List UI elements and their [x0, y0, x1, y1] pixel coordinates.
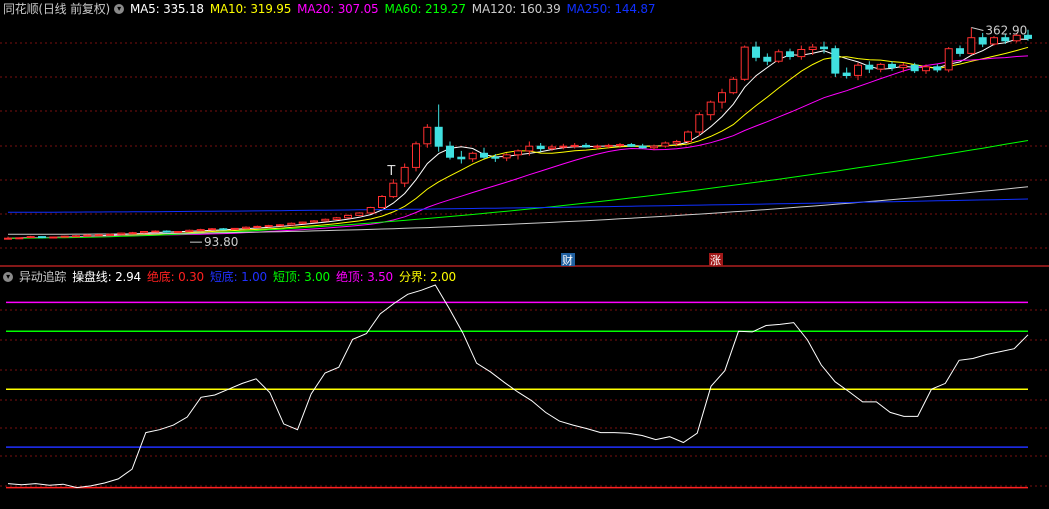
candle: [321, 218, 330, 222]
candle: [174, 231, 182, 233]
candle: [230, 227, 239, 230]
candle: [695, 112, 704, 136]
svg-text:涨: 涨: [710, 254, 721, 267]
candle: [434, 104, 443, 152]
candle: [854, 62, 862, 81]
candle: [355, 212, 364, 217]
candle: [718, 88, 726, 109]
candle: [162, 230, 171, 233]
candle: [752, 41, 760, 62]
candle: [491, 154, 500, 162]
candle: [298, 221, 307, 225]
candle: [706, 100, 715, 121]
candle: [389, 179, 398, 199]
candle: [480, 147, 488, 159]
candle: [26, 235, 35, 239]
candle: [242, 226, 250, 229]
limit-up-event-badge[interactable]: 涨: [709, 253, 723, 267]
candle: [72, 235, 80, 238]
candle: [196, 228, 205, 232]
candle: [446, 141, 454, 160]
candle: [38, 236, 46, 239]
candle: [729, 76, 738, 95]
candle: [128, 231, 137, 235]
candle: [117, 232, 126, 235]
candle: [933, 64, 942, 73]
candle: [638, 143, 647, 149]
candle: [967, 27, 976, 55]
candle: [60, 235, 69, 238]
operator-line: [7, 284, 1029, 489]
svg-text:财: 财: [562, 253, 573, 267]
candle: [774, 49, 783, 63]
candle: [457, 150, 466, 164]
candle: [468, 151, 477, 162]
candle: [536, 143, 545, 152]
candle: [627, 143, 636, 147]
candle: [514, 149, 522, 160]
low-price-label: 93.80: [204, 235, 238, 249]
candle: [253, 225, 262, 228]
chart-canvas[interactable]: 362.90 93.80 T 财 涨: [0, 0, 1049, 509]
candle: [423, 124, 432, 148]
candle: [786, 48, 794, 60]
ma10-line: [7, 46, 1029, 239]
high-price-label: 362.90: [985, 24, 1027, 38]
candle: [287, 222, 296, 226]
candle: [831, 45, 840, 77]
finance-event-badge[interactable]: 财: [561, 253, 575, 267]
candle: [763, 53, 772, 66]
candle: [412, 141, 420, 172]
candle: [151, 230, 160, 233]
candle: [570, 143, 579, 149]
candle: [740, 45, 749, 81]
candle: [797, 45, 806, 60]
candle: [332, 216, 341, 221]
candle: [185, 229, 194, 233]
candle: [944, 47, 953, 73]
candle: [502, 153, 511, 162]
candle: [661, 141, 670, 148]
candle: [49, 236, 58, 239]
candle: [582, 143, 590, 148]
candle: [400, 163, 409, 188]
candle: [865, 61, 874, 74]
candle: [219, 227, 228, 231]
candle: [366, 206, 375, 214]
t-marker: T: [386, 164, 395, 179]
candle: [310, 220, 318, 223]
candle: [208, 227, 216, 231]
candle: [140, 231, 148, 234]
candle: [94, 234, 103, 237]
ma20-line: [7, 55, 1029, 239]
candle: [684, 130, 692, 144]
candle: [15, 237, 24, 240]
candle: [888, 61, 896, 71]
candle: [876, 62, 885, 73]
candle: [344, 214, 352, 219]
candle: [842, 67, 851, 79]
candle: [276, 224, 284, 227]
candle: [264, 224, 273, 228]
candle: [956, 45, 964, 57]
candle: [378, 194, 386, 209]
high-pointer: [971, 27, 984, 32]
candle: [4, 236, 12, 240]
